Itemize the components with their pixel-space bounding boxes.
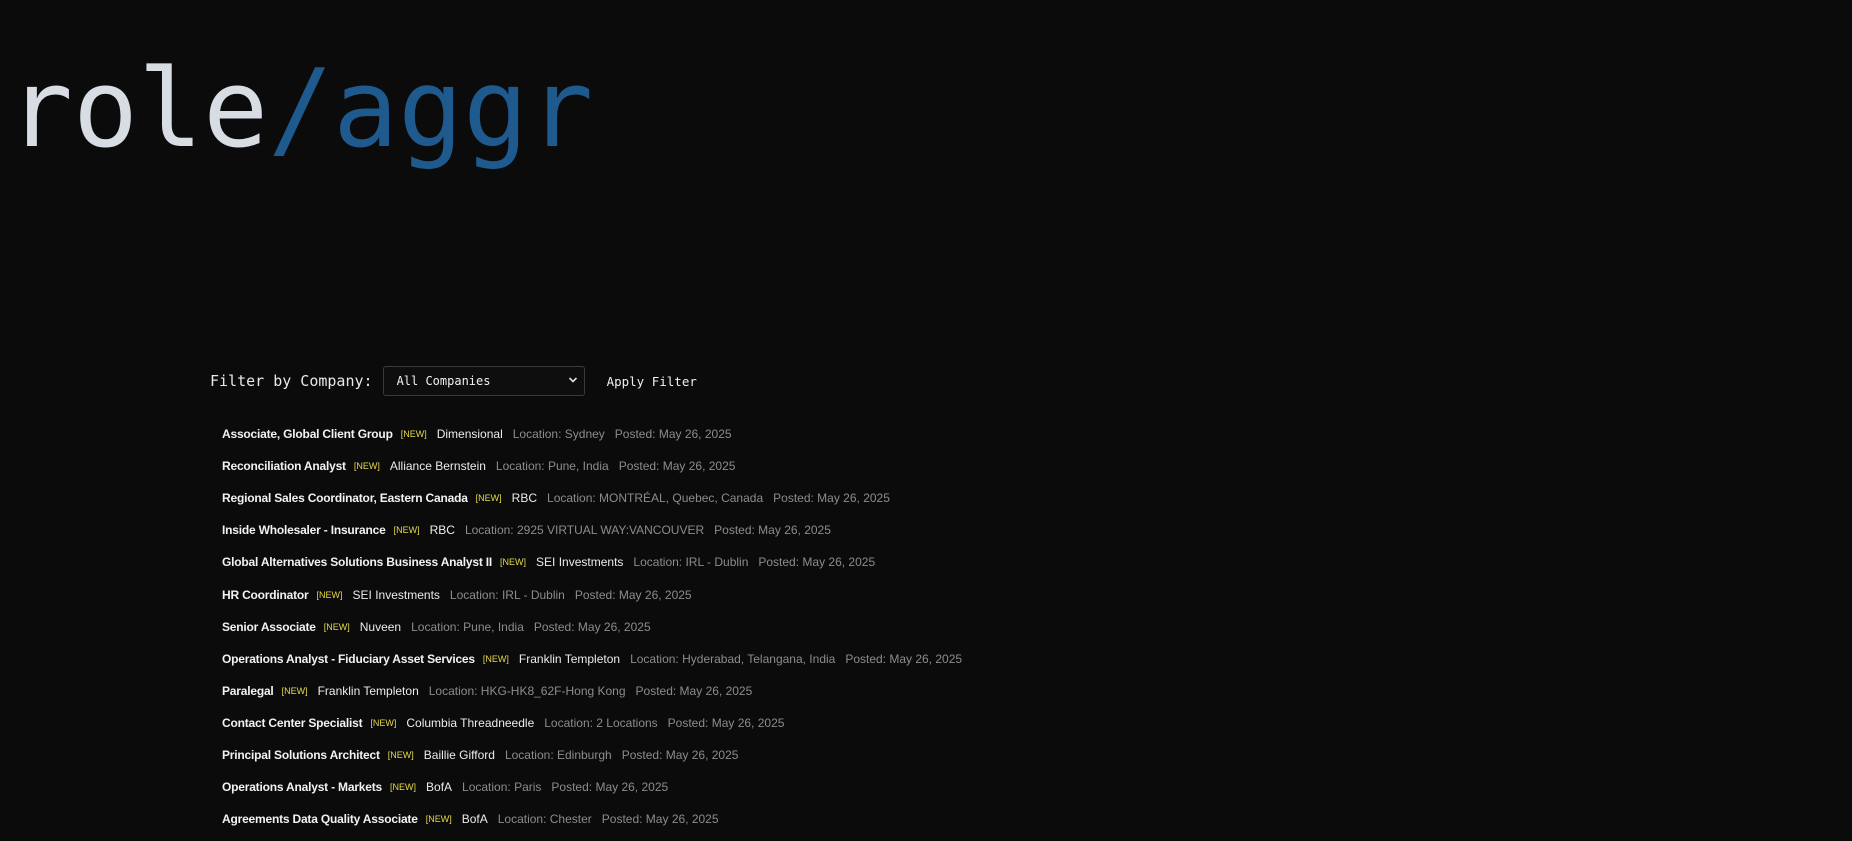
job-title-link[interactable]: Regional Sales Coordinator, Eastern Cana… (222, 491, 468, 505)
new-badge: [NEW] (393, 525, 420, 536)
new-badge: [NEW] (390, 782, 417, 793)
job-posted-date: Posted: May 26, 2025 (714, 523, 831, 538)
new-badge: [NEW] (353, 461, 380, 472)
job-title-link[interactable]: Agreements Data Quality Associate (222, 812, 418, 826)
job-location: Location: IRL - Dublin (449, 587, 565, 602)
job-posted-date: Posted: May 26, 2025 (758, 555, 876, 570)
new-badge: [NEW] (482, 653, 509, 664)
job-row: Contact Center Specialist [NEW] Columbia… (222, 707, 962, 739)
job-location: Location: Chester (497, 812, 592, 827)
job-location: Location: 2 Locations (544, 715, 658, 730)
job-title-link[interactable]: Inside Wholesaler - Insurance (222, 523, 386, 537)
logo-slash: / (268, 47, 334, 172)
job-row: Agreements Data Quality Associate [NEW] … (222, 803, 962, 835)
job-posted-date: Posted: May 26, 2025 (773, 491, 890, 506)
job-location: Location: Hyderabad, Telangana, India (630, 651, 836, 666)
job-company: SEI Investments (536, 555, 624, 570)
job-posted-date: Posted: May 26, 2025 (618, 459, 736, 474)
job-title-link[interactable]: Global Alternatives Solutions Business A… (222, 555, 492, 569)
job-company: Nuveen (359, 619, 402, 634)
job-company: Dimensional (436, 427, 503, 442)
job-location: Location: Pune, India (411, 619, 524, 634)
job-title-link[interactable]: Associate, Global Client Group (222, 427, 393, 441)
new-badge: [NEW] (281, 685, 308, 696)
job-location: Location: MONTRÉAL, Quebec, Canada (547, 491, 764, 506)
job-posted-date: Posted: May 26, 2025 (635, 683, 753, 698)
company-filter-form: Filter by Company: All Companies Apply F… (210, 366, 697, 396)
job-company: RBC (429, 523, 455, 538)
job-row: Inside Wholesaler - Insurance [NEW] RBC … (222, 514, 962, 546)
job-location: Location: 2925 VIRTUAL WAY:VANCOUVER (464, 523, 705, 538)
job-location: Location: Paris (462, 780, 542, 795)
job-company: Franklin Templeton (317, 683, 419, 698)
logo-text-aggr: aggr (333, 47, 594, 172)
new-badge: [NEW] (400, 429, 427, 440)
chevron-down-icon (568, 377, 577, 383)
job-location: Location: Edinburgh (504, 747, 612, 762)
logo-text-role: role (8, 47, 269, 172)
job-row: Principal Solutions Architect [NEW] Bail… (222, 739, 962, 771)
job-company: Alliance Bernstein (389, 459, 486, 474)
job-row: Senior Associate [NEW] Nuveen Location: … (222, 611, 962, 643)
job-location: Location: Pune, India (495, 459, 609, 474)
job-location: Location: HKG-HK8_62F-Hong Kong (428, 683, 626, 698)
job-title-link[interactable]: Principal Solutions Architect (222, 748, 380, 762)
new-badge: [NEW] (387, 749, 414, 760)
job-title-link[interactable]: Operations Analyst - Markets (222, 780, 382, 794)
job-title-link[interactable]: Operations Analyst - Fiduciary Asset Ser… (222, 652, 475, 666)
job-posted-date: Posted: May 26, 2025 (551, 780, 669, 795)
new-badge: [NEW] (323, 621, 350, 632)
new-badge: [NEW] (370, 717, 397, 728)
site-logo[interactable]: role/aggr (8, 50, 593, 170)
job-posted-date: Posted: May 26, 2025 (845, 651, 963, 666)
job-posted-date: Posted: May 26, 2025 (533, 619, 651, 634)
job-location: Location: IRL - Dublin (633, 555, 749, 570)
job-company: Franklin Templeton (518, 651, 621, 666)
job-posted-date: Posted: May 26, 2025 (667, 715, 785, 730)
job-row: Operations Analyst - Fiduciary Asset Ser… (222, 643, 962, 675)
job-title-link[interactable]: Senior Associate (222, 620, 316, 634)
job-company: BofA (461, 812, 488, 827)
job-list: Associate, Global Client Group [NEW] Dim… (222, 418, 962, 835)
job-title-link[interactable]: Paralegal (222, 684, 274, 698)
job-row: HR Coordinator [NEW] SEI Investments Loc… (222, 578, 962, 610)
job-row: Paralegal [NEW] Franklin Templeton Locat… (222, 675, 962, 707)
job-row: Regional Sales Coordinator, Eastern Cana… (222, 482, 962, 514)
new-badge: [NEW] (475, 493, 502, 504)
job-row: Associate, Global Client Group [NEW] Dim… (222, 418, 962, 450)
job-title-link[interactable]: HR Coordinator (222, 588, 309, 602)
apply-filter-button[interactable]: Apply Filter (607, 374, 697, 389)
job-posted-date: Posted: May 26, 2025 (601, 812, 719, 827)
filter-label: Filter by Company: (210, 372, 373, 390)
job-row: Reconciliation Analyst [NEW] Alliance Be… (222, 450, 962, 482)
job-row: Operations Analyst - Markets [NEW] BofA … (222, 771, 962, 803)
job-title-link[interactable]: Reconciliation Analyst (222, 459, 346, 473)
job-posted-date: Posted: May 26, 2025 (614, 427, 732, 442)
new-badge: [NEW] (500, 557, 527, 568)
job-company: Baillie Gifford (423, 747, 495, 762)
job-title-link[interactable]: Contact Center Specialist (222, 716, 363, 730)
new-badge: [NEW] (425, 814, 452, 825)
new-badge: [NEW] (316, 589, 343, 600)
job-posted-date: Posted: May 26, 2025 (621, 747, 739, 762)
job-company: BofA (426, 780, 453, 795)
job-row: Global Alternatives Solutions Business A… (222, 546, 962, 578)
job-location: Location: Sydney (512, 427, 605, 442)
job-company: Columbia Threadneedle (406, 715, 535, 730)
company-select[interactable]: All Companies (382, 366, 585, 396)
job-posted-date: Posted: May 26, 2025 (574, 587, 692, 602)
job-company: RBC (511, 491, 538, 506)
company-select-value: All Companies (396, 374, 491, 388)
job-company: SEI Investments (352, 587, 440, 602)
